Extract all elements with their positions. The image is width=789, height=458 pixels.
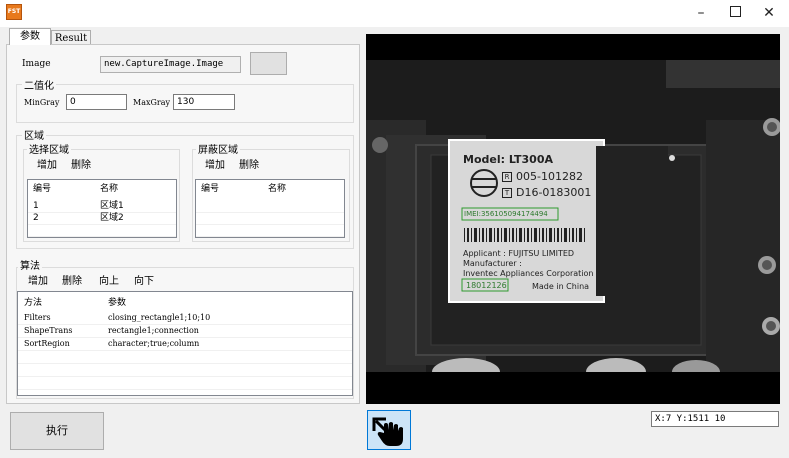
method-cell: ShapeTrans xyxy=(24,326,73,335)
select-region-list[interactable]: 编号 名称 1 区域1 2 区域2 xyxy=(27,179,177,238)
tab-params[interactable]: 参数 xyxy=(9,28,51,45)
item-name: 区域2 xyxy=(100,213,124,223)
table-row[interactable]: SortRegion character;true;column xyxy=(18,338,352,351)
image-label: Image xyxy=(22,59,51,69)
captured-image: Model: LT300A R 005-101282 T D16-0183001… xyxy=(366,60,780,372)
table-row xyxy=(18,377,352,390)
select-region-add-button[interactable]: 增加 xyxy=(37,159,57,173)
maximize-icon xyxy=(729,6,741,17)
method-cell: SortRegion xyxy=(24,339,70,348)
item-id: 2 xyxy=(33,213,39,223)
image-browse-button[interactable] xyxy=(250,52,287,75)
list-header: 编号 名称 xyxy=(196,183,344,195)
label-t-mark: T xyxy=(502,188,512,198)
tab-result[interactable]: Result xyxy=(51,30,91,45)
label-r-mark: R xyxy=(502,172,512,182)
table-row xyxy=(18,351,352,364)
algorithm-up-button[interactable]: 向上 xyxy=(99,275,119,289)
table-row xyxy=(18,364,352,377)
mask-region-delete-button[interactable]: 删除 xyxy=(239,159,259,173)
scene-graphics xyxy=(366,60,780,372)
header-name: 名称 xyxy=(100,184,119,194)
label-imei: IMEI:356105094174494 xyxy=(464,210,548,218)
select-region-title: 选择区域 xyxy=(27,141,71,156)
header-method: 方法 xyxy=(24,298,43,308)
app-icon: FST xyxy=(6,4,22,20)
algorithm-add-button[interactable]: 增加 xyxy=(28,275,48,289)
label-date-code: 18012126 xyxy=(466,281,507,290)
algorithm-down-button[interactable]: 向下 xyxy=(134,275,154,289)
label-manufacturer-label: Manufacturer : xyxy=(463,259,522,268)
header-params: 参数 xyxy=(108,298,127,308)
table-row[interactable]: Filters closing_rectangle1;10;10 xyxy=(18,312,352,325)
region-title: 区域 xyxy=(22,127,46,142)
max-gray-input[interactable]: 130 xyxy=(173,94,235,110)
header-id: 编号 xyxy=(33,184,52,194)
minimize-button[interactable]: – xyxy=(684,0,718,27)
min-gray-input[interactable]: 0 xyxy=(66,94,127,110)
params-cell: closing_rectangle1;10;10 xyxy=(108,313,211,322)
image-source-field[interactable]: new.CaptureImage.Image xyxy=(100,56,241,73)
label-applicant: Applicant : FUJITSU LIMITED xyxy=(463,249,575,258)
list-header: 编号 名称 xyxy=(28,183,176,195)
pan-zoom-tool-button[interactable] xyxy=(367,410,411,450)
params-cell: rectangle1;connection xyxy=(108,326,199,335)
mask-region-title: 屏蔽区域 xyxy=(196,141,240,156)
item-id: 1 xyxy=(33,201,39,211)
binarize-title: 二值化 xyxy=(22,77,56,92)
label-r-code: 005-101282 xyxy=(516,170,583,183)
close-button[interactable]: ✕ xyxy=(752,0,786,27)
params-panel: Image new.CaptureImage.Image 二值化 MinGray… xyxy=(6,44,360,404)
hand-expand-icon xyxy=(372,417,403,446)
select-region-delete-button[interactable]: 删除 xyxy=(71,159,91,173)
mask-region-add-button[interactable]: 增加 xyxy=(205,159,225,173)
list-item xyxy=(28,224,176,237)
mask-region-list[interactable]: 编号 名称 xyxy=(195,179,345,238)
title-bar: FST – ✕ xyxy=(0,0,789,27)
label-model: Model: LT300A xyxy=(463,153,554,166)
image-viewer[interactable]: Model: LT300A R 005-101282 T D16-0183001… xyxy=(366,34,780,404)
list-header: 方法 参数 xyxy=(18,297,352,309)
label-made-in: Made in China xyxy=(532,282,590,291)
max-gray-label: MaxGray xyxy=(133,98,170,107)
algorithm-title: 算法 xyxy=(18,257,42,272)
item-name: 区域1 xyxy=(100,201,124,211)
list-item xyxy=(196,224,344,237)
algorithm-list[interactable]: 方法 参数 Filters closing_rectangle1;10;10 S… xyxy=(17,291,353,396)
maximize-button[interactable] xyxy=(718,0,752,27)
coordinate-readout: X:7 Y:1511 10 xyxy=(651,411,779,427)
algorithm-delete-button[interactable]: 删除 xyxy=(62,275,82,289)
execute-button[interactable]: 执行 xyxy=(10,412,104,450)
header-id: 编号 xyxy=(201,184,220,194)
label-t-code: D16-0183001 xyxy=(516,186,592,199)
header-name: 名称 xyxy=(268,184,287,194)
method-cell: Filters xyxy=(24,313,51,322)
min-gray-label: MinGray xyxy=(24,98,60,107)
params-cell: character;true;column xyxy=(108,339,200,348)
table-row[interactable]: ShapeTrans rectangle1;connection xyxy=(18,325,352,338)
tab-strip: 参数 Result xyxy=(6,28,360,45)
label-manufacturer: Inventec Appliances Corporation xyxy=(463,269,594,278)
